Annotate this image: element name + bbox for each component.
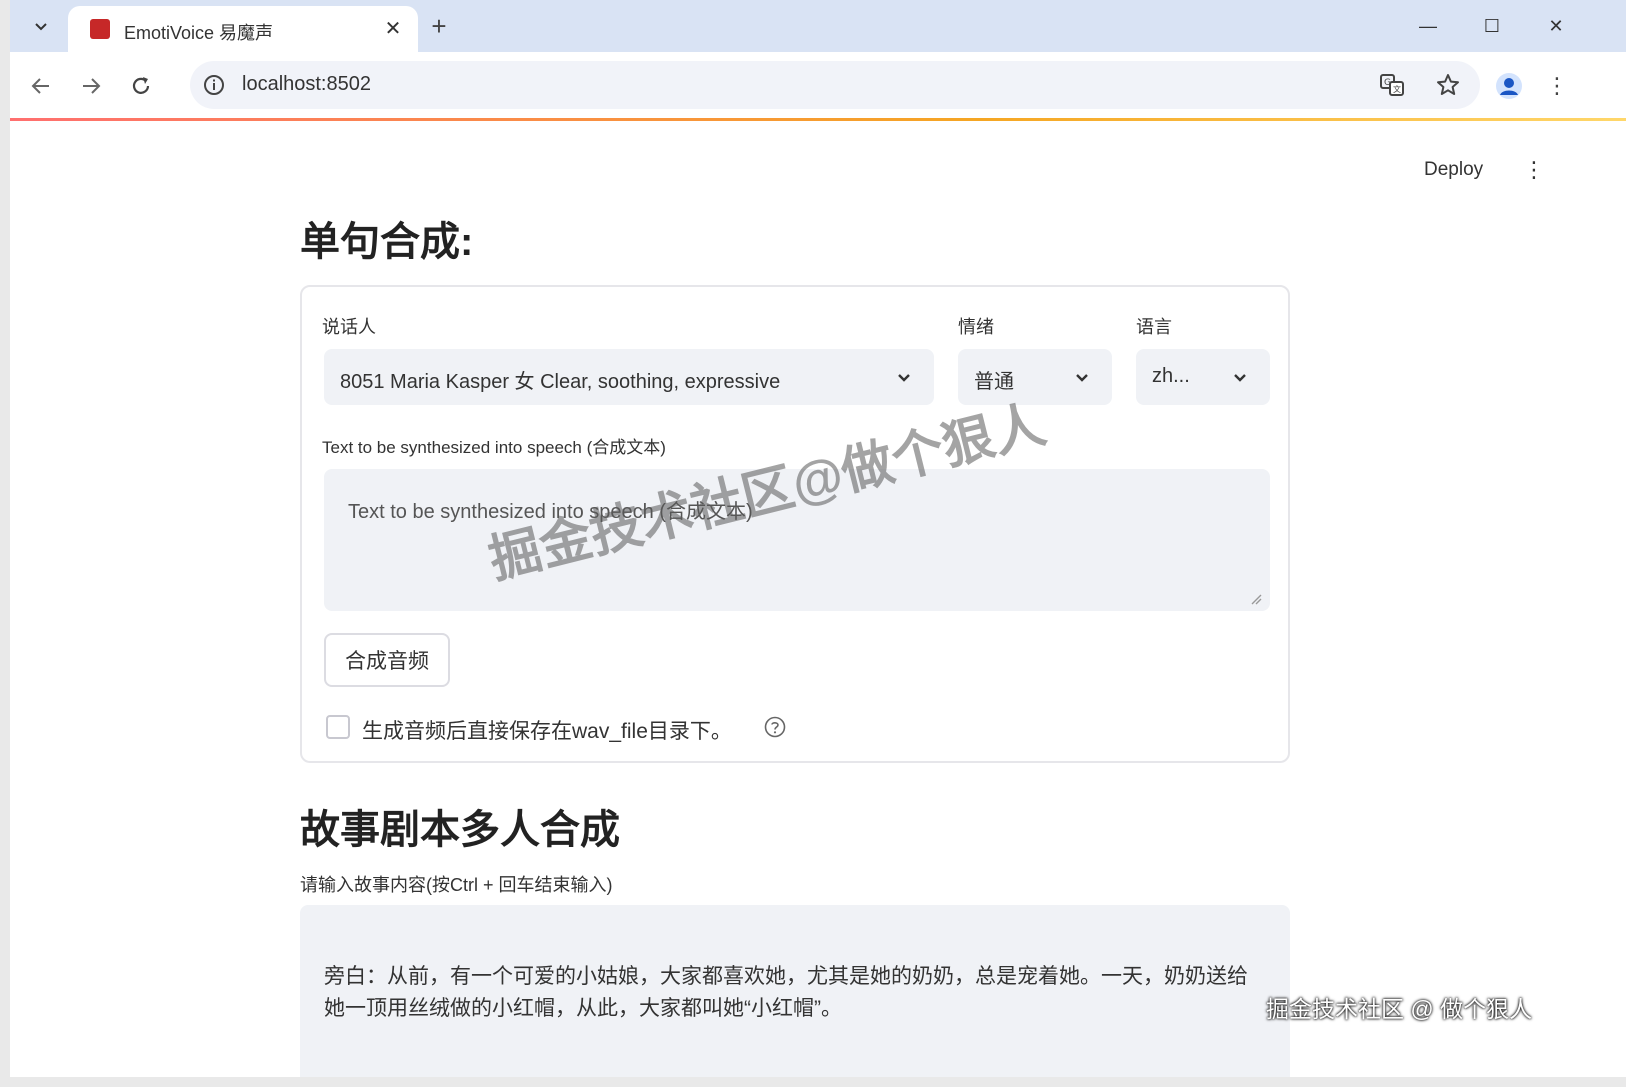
- browser-tab[interactable]: EmotiVoice 易魔声 ✕: [68, 6, 418, 52]
- speaker-select-value: 8051 Maria Kasper 女 Clear, soothing, exp…: [340, 371, 781, 393]
- star-icon: [1437, 74, 1459, 95]
- profile-button[interactable]: [1492, 69, 1526, 103]
- bookmark-button[interactable]: [1434, 71, 1462, 99]
- emotion-select[interactable]: 普通: [958, 349, 1112, 405]
- browser-window: EmotiVoice 易魔声 ✕ + — ☐ ✕ localhost:8502 …: [10, 0, 1626, 1077]
- language-select-value: zh...: [1152, 365, 1190, 387]
- story-input[interactable]: 旁白：从前，有一个可爱的小姑娘，大家都喜欢她，尤其是她的奶奶，总是宠着她。一天，…: [300, 905, 1290, 1077]
- chevron-down-icon: [35, 23, 47, 31]
- save-wav-label[interactable]: 生成音频后直接保存在wav_file目录下。: [362, 715, 732, 745]
- reload-icon: [132, 77, 150, 94]
- emotion-label: 情绪: [958, 317, 994, 337]
- tab-search-button[interactable]: [26, 12, 56, 40]
- language-label: 语言: [1136, 317, 1172, 337]
- speaker-select[interactable]: 8051 Maria Kasper 女 Clear, soothing, exp…: [324, 349, 934, 405]
- synthesize-audio-button[interactable]: 合成音频: [324, 633, 450, 687]
- tab-title: EmotiVoice 易魔声: [124, 23, 274, 43]
- reload-button[interactable]: [124, 69, 158, 103]
- app-menu-button[interactable]: ⋮: [1522, 155, 1546, 185]
- translate-button[interactable]: G文: [1378, 71, 1406, 99]
- deploy-button[interactable]: Deploy: [1424, 159, 1483, 181]
- profile-icon: [1496, 73, 1522, 99]
- single-synthesis-heading: 单句合成:: [300, 220, 474, 264]
- chevron-down-icon: [1070, 365, 1094, 389]
- browser-toolbar: localhost:8502 G文 ⋮: [10, 52, 1626, 118]
- tab-close-button[interactable]: ✕: [380, 15, 406, 41]
- text-input-placeholder: Text to be synthesized into speech (合成文本…: [348, 501, 753, 523]
- translate-icon: G文: [1380, 74, 1404, 96]
- single-synthesis-form: 说话人 情绪 语言 8051 Maria Kasper 女 Clear, soo…: [300, 285, 1290, 763]
- save-wav-checkbox[interactable]: [326, 715, 350, 739]
- favicon-icon: [90, 19, 110, 39]
- story-synthesis-heading: 故事剧本多人合成: [300, 808, 620, 852]
- maximize-button[interactable]: ☐: [1472, 10, 1512, 42]
- back-button[interactable]: [24, 69, 58, 103]
- tab-strip: EmotiVoice 易魔声 ✕ + — ☐ ✕: [10, 0, 1626, 52]
- browser-menu-button[interactable]: ⋮: [1542, 69, 1572, 103]
- arrow-right-icon: [83, 78, 101, 94]
- text-input-label: Text to be synthesized into speech (合成文本…: [322, 438, 666, 457]
- help-icon[interactable]: [764, 716, 786, 738]
- story-input-label: 请输入故事内容(按Ctrl + 回车结束输入): [300, 875, 613, 895]
- story-input-text: 旁白：从前，有一个可爱的小姑娘，大家都喜欢她，尤其是她的奶奶，总是宠着她。一天，…: [324, 965, 1248, 1020]
- emotion-select-value: 普通: [974, 371, 1014, 393]
- chevron-down-icon: [892, 365, 916, 389]
- resize-handle-icon[interactable]: [1250, 593, 1262, 605]
- svg-text:G: G: [1384, 78, 1391, 88]
- forward-button[interactable]: [74, 69, 108, 103]
- new-tab-button[interactable]: +: [422, 10, 456, 42]
- language-select[interactable]: zh...: [1136, 349, 1270, 405]
- svg-text:文: 文: [1393, 84, 1401, 94]
- text-input[interactable]: Text to be synthesized into speech (合成文本…: [324, 469, 1270, 611]
- address-url[interactable]: localhost:8502: [242, 73, 371, 96]
- app-page: Deploy ⋮ 单句合成: 说话人 情绪 语言 8051 Maria Kasp…: [10, 121, 1626, 1077]
- address-bar[interactable]: localhost:8502 G文: [190, 61, 1480, 109]
- minimize-button[interactable]: —: [1408, 10, 1448, 42]
- info-icon[interactable]: [202, 73, 226, 97]
- arrow-left-icon: [31, 78, 49, 94]
- chevron-down-icon: [1228, 365, 1252, 389]
- watermark-corner: 掘金技术社区 @ 做个狠人: [1266, 996, 1533, 1022]
- speaker-label: 说话人: [322, 317, 376, 337]
- window-close-button[interactable]: ✕: [1536, 10, 1576, 42]
